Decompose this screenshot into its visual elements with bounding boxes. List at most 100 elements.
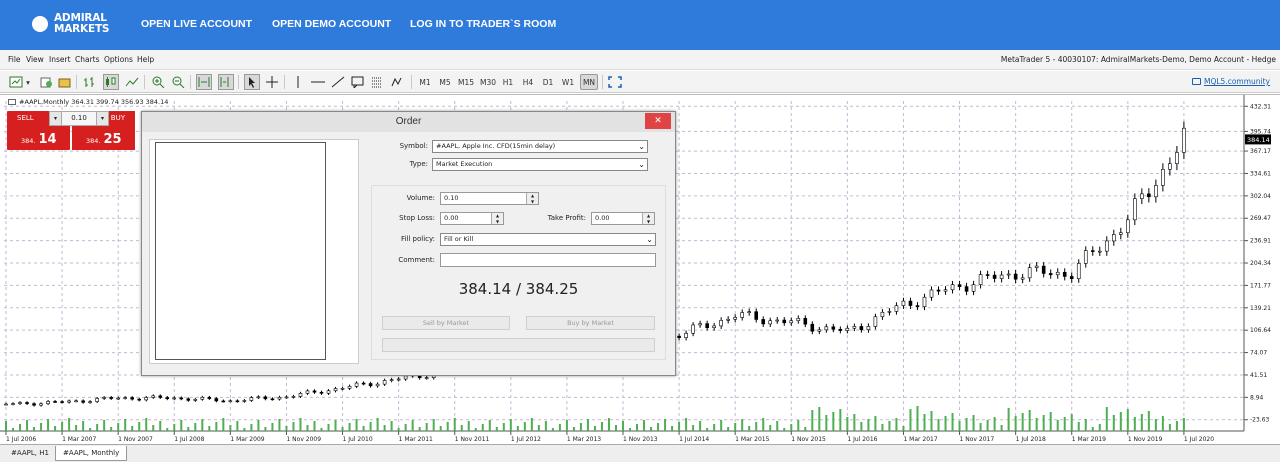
- volume-bar: [96, 424, 99, 431]
- volume-bar: [453, 418, 456, 431]
- mql5-community-link[interactable]: MQL5.community: [1191, 77, 1270, 86]
- zoom-out-icon[interactable]: [170, 74, 186, 90]
- type-select[interactable]: Market Execution ⌄: [432, 158, 648, 171]
- candle-body: [340, 388, 345, 390]
- fullscreen-icon[interactable]: [607, 74, 623, 90]
- sell-by-market-button[interactable]: Sell by Market: [382, 316, 510, 330]
- candle-body: [39, 403, 43, 406]
- take-profit-spinner-icon[interactable]: ▲ ▼: [642, 213, 654, 224]
- horizontal-line-icon[interactable]: [310, 74, 326, 90]
- text-label-icon[interactable]: [350, 74, 366, 90]
- menu-insert[interactable]: Insert: [49, 55, 71, 64]
- close-icon[interactable]: ✕: [645, 113, 671, 129]
- volume-bar: [89, 428, 92, 431]
- sell-price-small: 384.: [21, 137, 36, 145]
- volume-bar: [874, 416, 877, 431]
- buy-price-small: 384.: [86, 137, 101, 145]
- menu-view[interactable]: View: [26, 55, 44, 64]
- comment-input[interactable]: [440, 253, 656, 267]
- take-profit-input[interactable]: 0.00 ▲ ▼: [591, 212, 655, 225]
- stop-loss-spinner-icon[interactable]: ▲ ▼: [491, 213, 503, 224]
- bar-chart-icon[interactable]: [82, 74, 98, 90]
- menu-options[interactable]: Options: [104, 55, 133, 64]
- candle-body: [740, 312, 744, 318]
- timeframe-w1[interactable]: W1: [559, 74, 577, 90]
- buy-by-market-button[interactable]: Buy by Market: [526, 316, 655, 330]
- timeframe-h1[interactable]: H1: [499, 74, 517, 90]
- time-tick-label: 1 Jul 2014: [679, 436, 709, 443]
- timeframe-m30[interactable]: M30: [478, 74, 498, 90]
- chart-shift-icon[interactable]: [218, 74, 234, 90]
- elliott-wave-icon[interactable]: [390, 74, 406, 90]
- candle-body: [957, 284, 962, 287]
- volume-bar: [411, 420, 414, 431]
- candle-body: [326, 390, 331, 394]
- one-click-volume-input[interactable]: ▾ 0.10 ▾: [49, 111, 109, 126]
- open-demo-account-link[interactable]: OPEN DEMO ACCOUNT: [272, 18, 391, 30]
- candle-body: [1013, 273, 1018, 280]
- open-live-account-link[interactable]: OPEN LIVE ACCOUNT: [141, 18, 252, 30]
- zoom-in-icon[interactable]: [150, 74, 166, 90]
- volume-bar: [117, 423, 120, 431]
- autoscroll-icon[interactable]: [196, 74, 212, 90]
- volume-bar: [572, 427, 575, 431]
- time-tick-label: 1 Jul 2008: [174, 436, 204, 443]
- volume-bar: [1133, 417, 1136, 431]
- candle-body: [1161, 169, 1165, 186]
- traders-room-login-link[interactable]: LOG IN TO TRADER`S ROOM: [410, 18, 556, 30]
- candle-body: [277, 396, 282, 400]
- volume-bar: [1077, 422, 1080, 431]
- admiral-markets-logo[interactable]: ADMIRAL MARKETS: [32, 12, 122, 38]
- candle-body: [1041, 265, 1046, 274]
- volume-bar: [937, 419, 940, 431]
- line-chart-icon[interactable]: [124, 74, 140, 90]
- volume-bar: [236, 421, 239, 431]
- volume-down-icon[interactable]: ▾: [50, 112, 62, 125]
- volume-spinner-icon[interactable]: ▲ ▼: [526, 193, 538, 204]
- crosshair-icon[interactable]: [264, 74, 280, 90]
- volume-bar: [1098, 424, 1101, 431]
- timeframe-mn[interactable]: MN: [580, 74, 598, 90]
- candle-body: [908, 300, 913, 306]
- volume-up-icon[interactable]: ▾: [96, 112, 108, 125]
- candle-body: [887, 311, 892, 313]
- trend-line-icon[interactable]: [330, 74, 346, 90]
- symbol-select[interactable]: #AAPL, Apple Inc. CFD(15min delay) ⌄: [432, 140, 648, 153]
- timeframe-m5[interactable]: M5: [436, 74, 454, 90]
- tab-aapl-h1[interactable]: #AAPL, H1: [4, 446, 56, 461]
- timeframe-m15[interactable]: M15: [456, 74, 476, 90]
- volume-bar: [474, 428, 477, 431]
- market-watch-icon[interactable]: [57, 74, 73, 90]
- new-chart-dropdown-icon[interactable]: ▾: [24, 74, 32, 90]
- menu-charts[interactable]: Charts: [75, 55, 100, 64]
- volume-bar: [250, 424, 253, 431]
- volume-input[interactable]: 0.10 ▲ ▼: [440, 192, 539, 205]
- toolbar: ▾ M1 M5 M15 M30 H1 H4 D1 W1 MN MQL5.comm…: [0, 71, 1280, 93]
- timeframe-d1[interactable]: D1: [539, 74, 557, 90]
- new-chart-icon[interactable]: [8, 74, 24, 90]
- menu-file[interactable]: File: [8, 55, 21, 64]
- tab-aapl-monthly[interactable]: #AAPL, Monthly: [55, 446, 128, 461]
- candle-body: [151, 395, 156, 398]
- stop-loss-input[interactable]: 0.00 ▲ ▼: [440, 212, 504, 225]
- timeframe-m1[interactable]: M1: [416, 74, 434, 90]
- volume-bar: [124, 419, 127, 431]
- price-tick-label: 236.91: [1250, 238, 1271, 245]
- candle-body: [1097, 250, 1102, 253]
- cursor-icon[interactable]: [244, 74, 260, 90]
- menu-help[interactable]: Help: [137, 55, 154, 64]
- profiles-icon[interactable]: [38, 74, 54, 90]
- fill-policy-select[interactable]: Fill or Kill ⌄: [440, 233, 656, 246]
- timeframe-h4[interactable]: H4: [519, 74, 537, 90]
- volume-bar: [264, 427, 267, 431]
- fibonacci-icon[interactable]: [370, 74, 386, 90]
- candle-body: [123, 397, 127, 399]
- candle-body: [733, 317, 737, 320]
- menu-bar: File View Insert Charts Options Help Met…: [0, 50, 1280, 70]
- time-tick-label: 1 Mar 2017: [903, 436, 937, 443]
- volume-bar: [222, 418, 225, 431]
- candlestick-chart-icon[interactable]: [103, 74, 119, 90]
- volume-bar: [1035, 418, 1038, 431]
- vertical-line-icon[interactable]: [290, 74, 306, 90]
- last-price-label: 384.14: [1247, 136, 1270, 144]
